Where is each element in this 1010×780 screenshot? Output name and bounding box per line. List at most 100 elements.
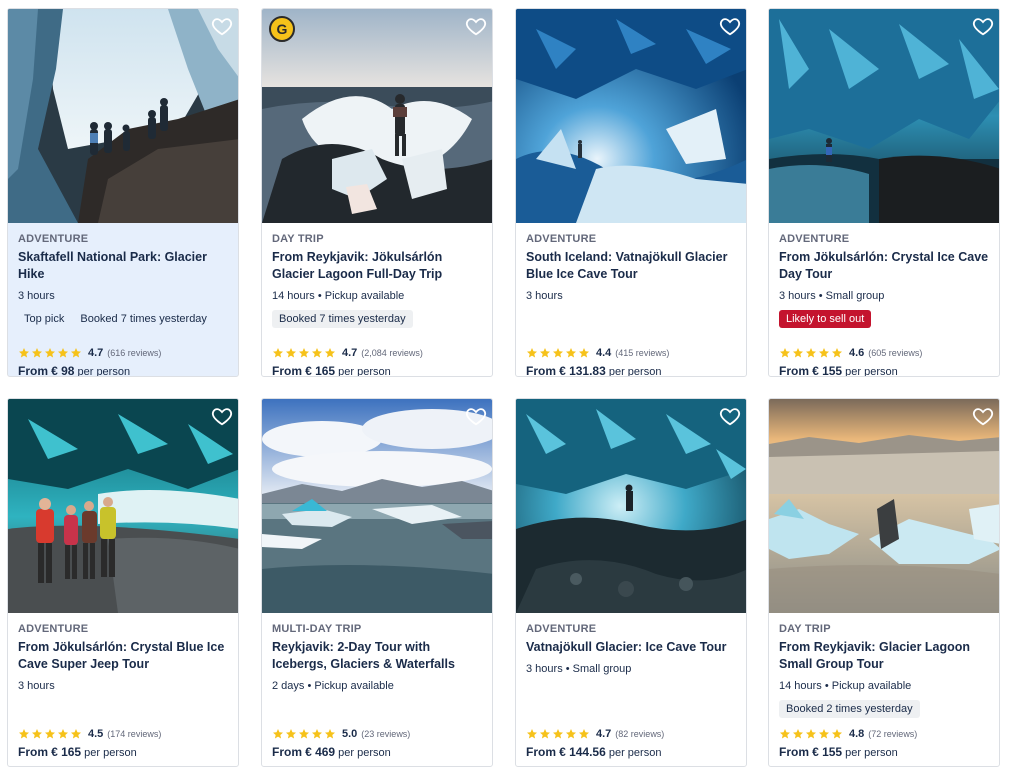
star-rating-icon [272,347,336,359]
sell-out-badge: Likely to sell out [779,310,872,328]
activity-photo[interactable] [8,399,238,613]
rating-row: 4.4 (415 reviews) [526,347,669,359]
category-label: DAY TRIP [272,233,324,245]
activity-title[interactable]: From Jökulsárlón: Crystal Ice Cave Day T… [779,249,991,282]
activity-title[interactable]: Skaftafell National Park: Glacier Hike [18,249,230,282]
duration-info: 3 hours [18,680,55,692]
review-count: (2,084 reviews) [361,348,423,358]
price-suffix: per person [608,747,662,759]
duration-info: 3 hours [526,290,563,302]
price-suffix: per person [84,747,137,759]
card-body: ADVENTURE From Jökulsárlón: Crystal Blue… [18,613,230,766]
activity-title[interactable]: South Iceland: Vatnajökull Glacier Blue … [526,249,738,282]
category-label: MULTI-DAY TRIP [272,623,362,635]
rating-score: 5.0 [342,728,358,740]
tag-list: Top pick Booked 7 times yesterday [18,310,211,328]
top-pick-badge: Top pick [24,313,65,325]
card-body: ADVENTURE From Jökulsárlón: Crystal Ice … [779,223,991,376]
rating-row: 4.7 (2,084 reviews) [272,347,423,359]
review-count: (174 reviews) [107,729,162,739]
card-body: MULTI-DAY TRIP Reykjavik: 2-Day Tour wit… [272,613,484,766]
activity-title[interactable]: Reykjavik: 2-Day Tour with Icebergs, Gla… [272,639,484,672]
activity-photo[interactable] [769,399,999,613]
activity-photo[interactable] [516,9,746,223]
activity-photo[interactable]: G [262,9,492,223]
activity-photo[interactable] [769,9,999,223]
rating-row: 4.8 (72 reviews) [779,728,917,740]
activity-card[interactable]: ADVENTURE From Jökulsárlón: Crystal Blue… [7,398,239,767]
price-suffix: per person [338,366,391,377]
star-rating-icon [18,728,82,740]
heart-outline-icon [719,18,741,36]
category-label: DAY TRIP [779,623,831,635]
category-label: ADVENTURE [526,623,597,635]
rating-row: 5.0 (23 reviews) [272,728,410,740]
booked-badge: Booked 2 times yesterday [779,700,920,718]
heart-outline-icon [465,18,487,36]
star-rating-icon [526,728,590,740]
star-rating-icon [526,347,590,359]
rating-score: 4.5 [88,728,104,740]
tag-list: Booked 7 times yesterday [272,310,413,328]
favorite-button[interactable] [719,15,741,37]
favorite-button[interactable] [972,15,994,37]
activity-card[interactable]: MULTI-DAY TRIP Reykjavik: 2-Day Tour wit… [261,398,493,767]
activity-card[interactable]: ADVENTURE Skaftafell National Park: Glac… [7,8,239,377]
price-line: From € 469 per person [272,745,391,759]
category-label: ADVENTURE [18,623,89,635]
guide-badge-icon: G [269,16,295,42]
price-prefix: From [779,745,809,759]
heart-outline-icon [972,18,994,36]
activity-title[interactable]: From Reykjavik: Glacier Lagoon Small Gro… [779,639,991,672]
price-prefix: From [18,364,48,377]
activity-card[interactable]: ADVENTURE South Iceland: Vatnajökull Gla… [515,8,747,377]
price-line: From € 144.56 per person [526,745,661,759]
booked-badge: Booked 7 times yesterday [272,310,413,328]
activity-photo[interactable] [8,9,238,223]
activity-card[interactable]: ADVENTURE From Jökulsárlón: Crystal Ice … [768,8,1000,377]
card-body: DAY TRIP From Reykjavik: Jökulsárlón Gla… [272,223,484,376]
favorite-button[interactable] [465,15,487,37]
price-amount: € 131.83 [559,364,606,377]
heart-outline-icon [211,408,233,426]
rating-score: 4.4 [596,347,612,359]
duration-info: 3 hours • Small group [779,290,885,302]
price-amount: € 155 [812,745,843,759]
price-amount: € 155 [812,364,843,377]
price-prefix: From [526,745,556,759]
activity-photo[interactable] [262,399,492,613]
activity-title[interactable]: From Jökulsárlón: Crystal Blue Ice Cave … [18,639,230,672]
duration-info: 3 hours • Small group [526,663,632,675]
activity-title[interactable]: From Reykjavik: Jökulsárlón Glacier Lago… [272,249,484,282]
activity-card[interactable]: DAY TRIP From Reykjavik: Glacier Lagoon … [768,398,1000,767]
price-prefix: From [272,745,302,759]
activity-title[interactable]: Vatnajökull Glacier: Ice Cave Tour [526,639,738,656]
rating-row: 4.7 (616 reviews) [18,347,161,359]
review-count: (616 reviews) [107,348,162,358]
favorite-button[interactable] [211,15,233,37]
heart-outline-icon [719,408,741,426]
price-suffix: per person [608,366,662,377]
tag-list: Booked 2 times yesterday [779,700,920,718]
price-prefix: From [526,364,556,377]
favorite-button[interactable] [211,405,233,427]
review-count: (72 reviews) [868,729,918,739]
activity-card[interactable]: ADVENTURE Vatnajökull Glacier: Ice Cave … [515,398,747,767]
price-line: From € 155 per person [779,364,898,377]
price-suffix: per person [845,747,898,759]
favorite-button[interactable] [465,405,487,427]
category-label: ADVENTURE [18,233,89,245]
activity-card[interactable]: G DAY TRIP From Reykjavik: Jökulsárlón G… [261,8,493,377]
favorite-button[interactable] [719,405,741,427]
card-body: ADVENTURE South Iceland: Vatnajökull Gla… [526,223,738,376]
duration-info: 14 hours • Pickup available [779,680,912,692]
category-label: ADVENTURE [526,233,597,245]
price-prefix: From [779,364,809,377]
favorite-button[interactable] [972,405,994,427]
review-count: (415 reviews) [615,348,670,358]
price-amount: € 469 [305,745,336,759]
activity-photo[interactable] [516,399,746,613]
rating-score: 4.7 [88,347,104,359]
star-rating-icon [18,347,82,359]
heart-outline-icon [465,408,487,426]
